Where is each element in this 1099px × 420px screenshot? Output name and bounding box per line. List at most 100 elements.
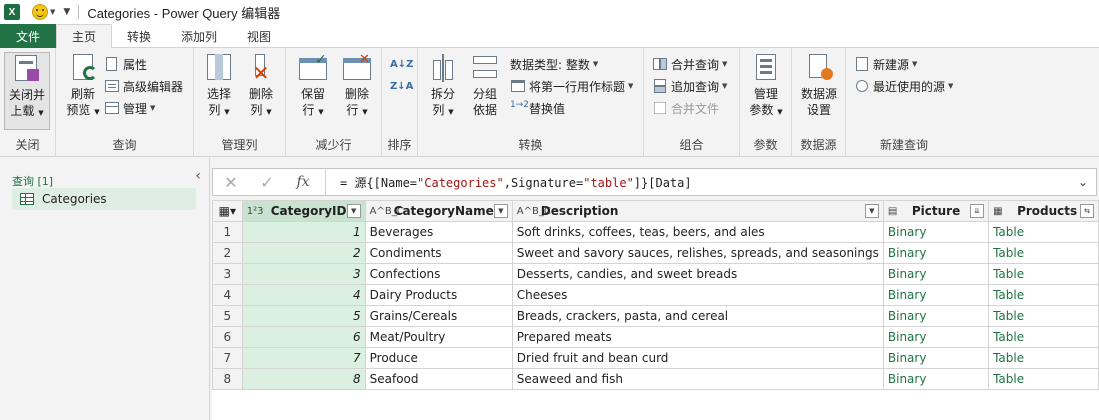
- cell-categoryname[interactable]: Seafood: [364, 368, 513, 390]
- properties-button[interactable]: 属性: [104, 54, 147, 74]
- cell-description[interactable]: Soft drinks, coffees, teas, beers, and a…: [511, 221, 884, 243]
- manage-button[interactable]: 管理 ▼: [104, 98, 155, 118]
- cell-categoryid[interactable]: 1: [241, 221, 366, 243]
- cell-description[interactable]: Prepared meats: [511, 326, 884, 348]
- query-item-categories[interactable]: Categories: [12, 188, 196, 210]
- cell-description[interactable]: Desserts, candies, and sweet breads: [511, 263, 884, 285]
- row-number[interactable]: 3: [212, 263, 243, 285]
- cell-categoryname[interactable]: Dairy Products: [364, 284, 513, 306]
- formula-input[interactable]: = 源{[Name="Categories",Signature="table"…: [340, 174, 1070, 191]
- table-type-icon[interactable]: ▦: [993, 206, 1011, 217]
- merge-queries-button[interactable]: 合并查询 ▼: [652, 54, 727, 74]
- cell-products[interactable]: Table: [988, 221, 1099, 243]
- tab-home[interactable]: 主页: [56, 24, 113, 49]
- cell-products[interactable]: Table: [988, 263, 1099, 285]
- tab-add-column[interactable]: 添加列: [166, 24, 232, 48]
- filter-dropdown-icon[interactable]: ▼: [346, 204, 361, 218]
- close-and-load-button[interactable]: 关闭并 上载 ▼: [4, 52, 50, 130]
- data-source-settings-button[interactable]: 数据源 设置: [796, 52, 842, 118]
- filter-dropdown-icon[interactable]: ▼: [493, 204, 508, 218]
- cell-picture[interactable]: Binary: [882, 368, 990, 390]
- cell-products[interactable]: Table: [988, 242, 1099, 264]
- cell-products[interactable]: Table: [988, 347, 1099, 369]
- cell-products[interactable]: Table: [988, 368, 1099, 390]
- choose-columns-button[interactable]: 选择 列 ▼: [196, 52, 242, 120]
- cell-description[interactable]: Cheeses: [511, 284, 884, 306]
- cell-categoryname[interactable]: Produce: [364, 347, 513, 369]
- cell-products[interactable]: Table: [988, 326, 1099, 348]
- cell-categoryid[interactable]: 5: [241, 305, 366, 327]
- cell-description[interactable]: Sweet and savory sauces, relishes, sprea…: [511, 242, 884, 264]
- cell-categoryid[interactable]: 8: [241, 368, 366, 390]
- row-number[interactable]: 8: [212, 368, 243, 390]
- column-header-picture[interactable]: ▤ Picture ⇊: [882, 200, 990, 222]
- cell-categoryid[interactable]: 3: [241, 263, 366, 285]
- sort-descending-button[interactable]: Z↓A: [390, 76, 413, 96]
- combine-files-button[interactable]: 合并文件: [652, 98, 719, 118]
- manage-parameters-button[interactable]: 管理 参数 ▼: [743, 52, 789, 120]
- group-by-button[interactable]: 分组 依据: [462, 52, 508, 118]
- column-header-products[interactable]: ▦ Products ⇆: [988, 200, 1099, 222]
- row-number[interactable]: 1: [212, 221, 243, 243]
- expand-column-icon[interactable]: ⇆: [1080, 204, 1094, 218]
- cell-picture[interactable]: Binary: [882, 284, 990, 306]
- data-type-dropdown[interactable]: 数据类型: 整数 ▼: [510, 54, 598, 74]
- download-binary-icon[interactable]: ⇊: [970, 204, 985, 218]
- cell-categoryname[interactable]: Beverages: [364, 221, 513, 243]
- confirm-formula-icon[interactable]: ✓: [249, 173, 285, 192]
- append-queries-button[interactable]: 追加查询 ▼: [652, 76, 727, 96]
- text-type-icon[interactable]: A^B_C: [517, 206, 551, 217]
- customize-toolbar-icon[interactable]: ▼: [63, 7, 70, 17]
- cell-picture[interactable]: Binary: [882, 326, 990, 348]
- binary-type-icon[interactable]: ▤: [888, 206, 906, 217]
- cell-description[interactable]: Dried fruit and bean curd: [511, 347, 884, 369]
- row-number[interactable]: 7: [212, 347, 243, 369]
- cell-categoryname[interactable]: Confections: [364, 263, 513, 285]
- use-first-row-as-headers-button[interactable]: 将第一行用作标题 ▼: [510, 76, 633, 96]
- split-column-button[interactable]: 拆分 列 ▼: [420, 52, 466, 120]
- remove-rows-button[interactable]: ✕ 删除 行 ▼: [334, 52, 380, 120]
- cell-categoryid[interactable]: 2: [241, 242, 366, 264]
- advanced-editor-button[interactable]: 高级编辑器: [104, 76, 183, 96]
- cell-picture[interactable]: Binary: [882, 242, 990, 264]
- new-source-button[interactable]: 新建源 ▼: [854, 54, 917, 74]
- table-menu-button[interactable]: ▦▾: [212, 200, 243, 222]
- whole-number-type-icon[interactable]: 1²3: [247, 206, 265, 217]
- row-number[interactable]: 6: [212, 326, 243, 348]
- tab-view[interactable]: 视图: [232, 24, 286, 48]
- remove-columns-button[interactable]: ✕ 删除 列 ▼: [238, 52, 284, 120]
- sort-ascending-button[interactable]: A↓Z: [390, 54, 413, 74]
- cell-picture[interactable]: Binary: [882, 221, 990, 243]
- filter-dropdown-icon[interactable]: ▼: [864, 204, 879, 218]
- cancel-formula-icon[interactable]: ✕: [213, 173, 249, 192]
- cell-categoryname[interactable]: Condiments: [364, 242, 513, 264]
- cell-categoryname[interactable]: Grains/Cereals: [364, 305, 513, 327]
- chevron-down-icon[interactable]: ▼: [50, 8, 55, 16]
- column-header-categoryname[interactable]: A^B_C CategoryName ▼: [364, 200, 513, 222]
- row-number[interactable]: 2: [212, 242, 243, 264]
- row-number[interactable]: 4: [212, 284, 243, 306]
- cell-description[interactable]: Seaweed and fish: [511, 368, 884, 390]
- recent-sources-button[interactable]: 最近使用的源 ▼: [854, 76, 953, 96]
- tab-file[interactable]: 文件: [0, 24, 56, 48]
- cell-picture[interactable]: Binary: [882, 347, 990, 369]
- refresh-preview-button[interactable]: 刷新 预览 ▼: [60, 52, 106, 120]
- column-header-categoryid[interactable]: 1²3 CategoryID ▼: [241, 200, 366, 222]
- cell-products[interactable]: Table: [988, 284, 1099, 306]
- cell-categoryid[interactable]: 7: [241, 347, 366, 369]
- cell-categoryid[interactable]: 6: [241, 326, 366, 348]
- cell-description[interactable]: Breads, crackers, pasta, and cereal: [511, 305, 884, 327]
- cell-picture[interactable]: Binary: [882, 305, 990, 327]
- replace-values-button[interactable]: 1→2 替换值: [510, 98, 565, 118]
- row-number[interactable]: 5: [212, 305, 243, 327]
- keep-rows-button[interactable]: ✓ 保留 行 ▼: [290, 52, 336, 120]
- smiley-feedback-icon[interactable]: [32, 4, 48, 20]
- column-header-description[interactable]: A^B_C Description ▼: [511, 200, 884, 222]
- cell-categoryname[interactable]: Meat/Poultry: [364, 326, 513, 348]
- cell-picture[interactable]: Binary: [882, 263, 990, 285]
- chevron-left-icon[interactable]: ‹: [195, 168, 201, 184]
- cell-categoryid[interactable]: 4: [241, 284, 366, 306]
- cell-products[interactable]: Table: [988, 305, 1099, 327]
- chevron-down-icon[interactable]: ⌄: [1070, 175, 1096, 189]
- text-type-icon[interactable]: A^B_C: [370, 206, 404, 217]
